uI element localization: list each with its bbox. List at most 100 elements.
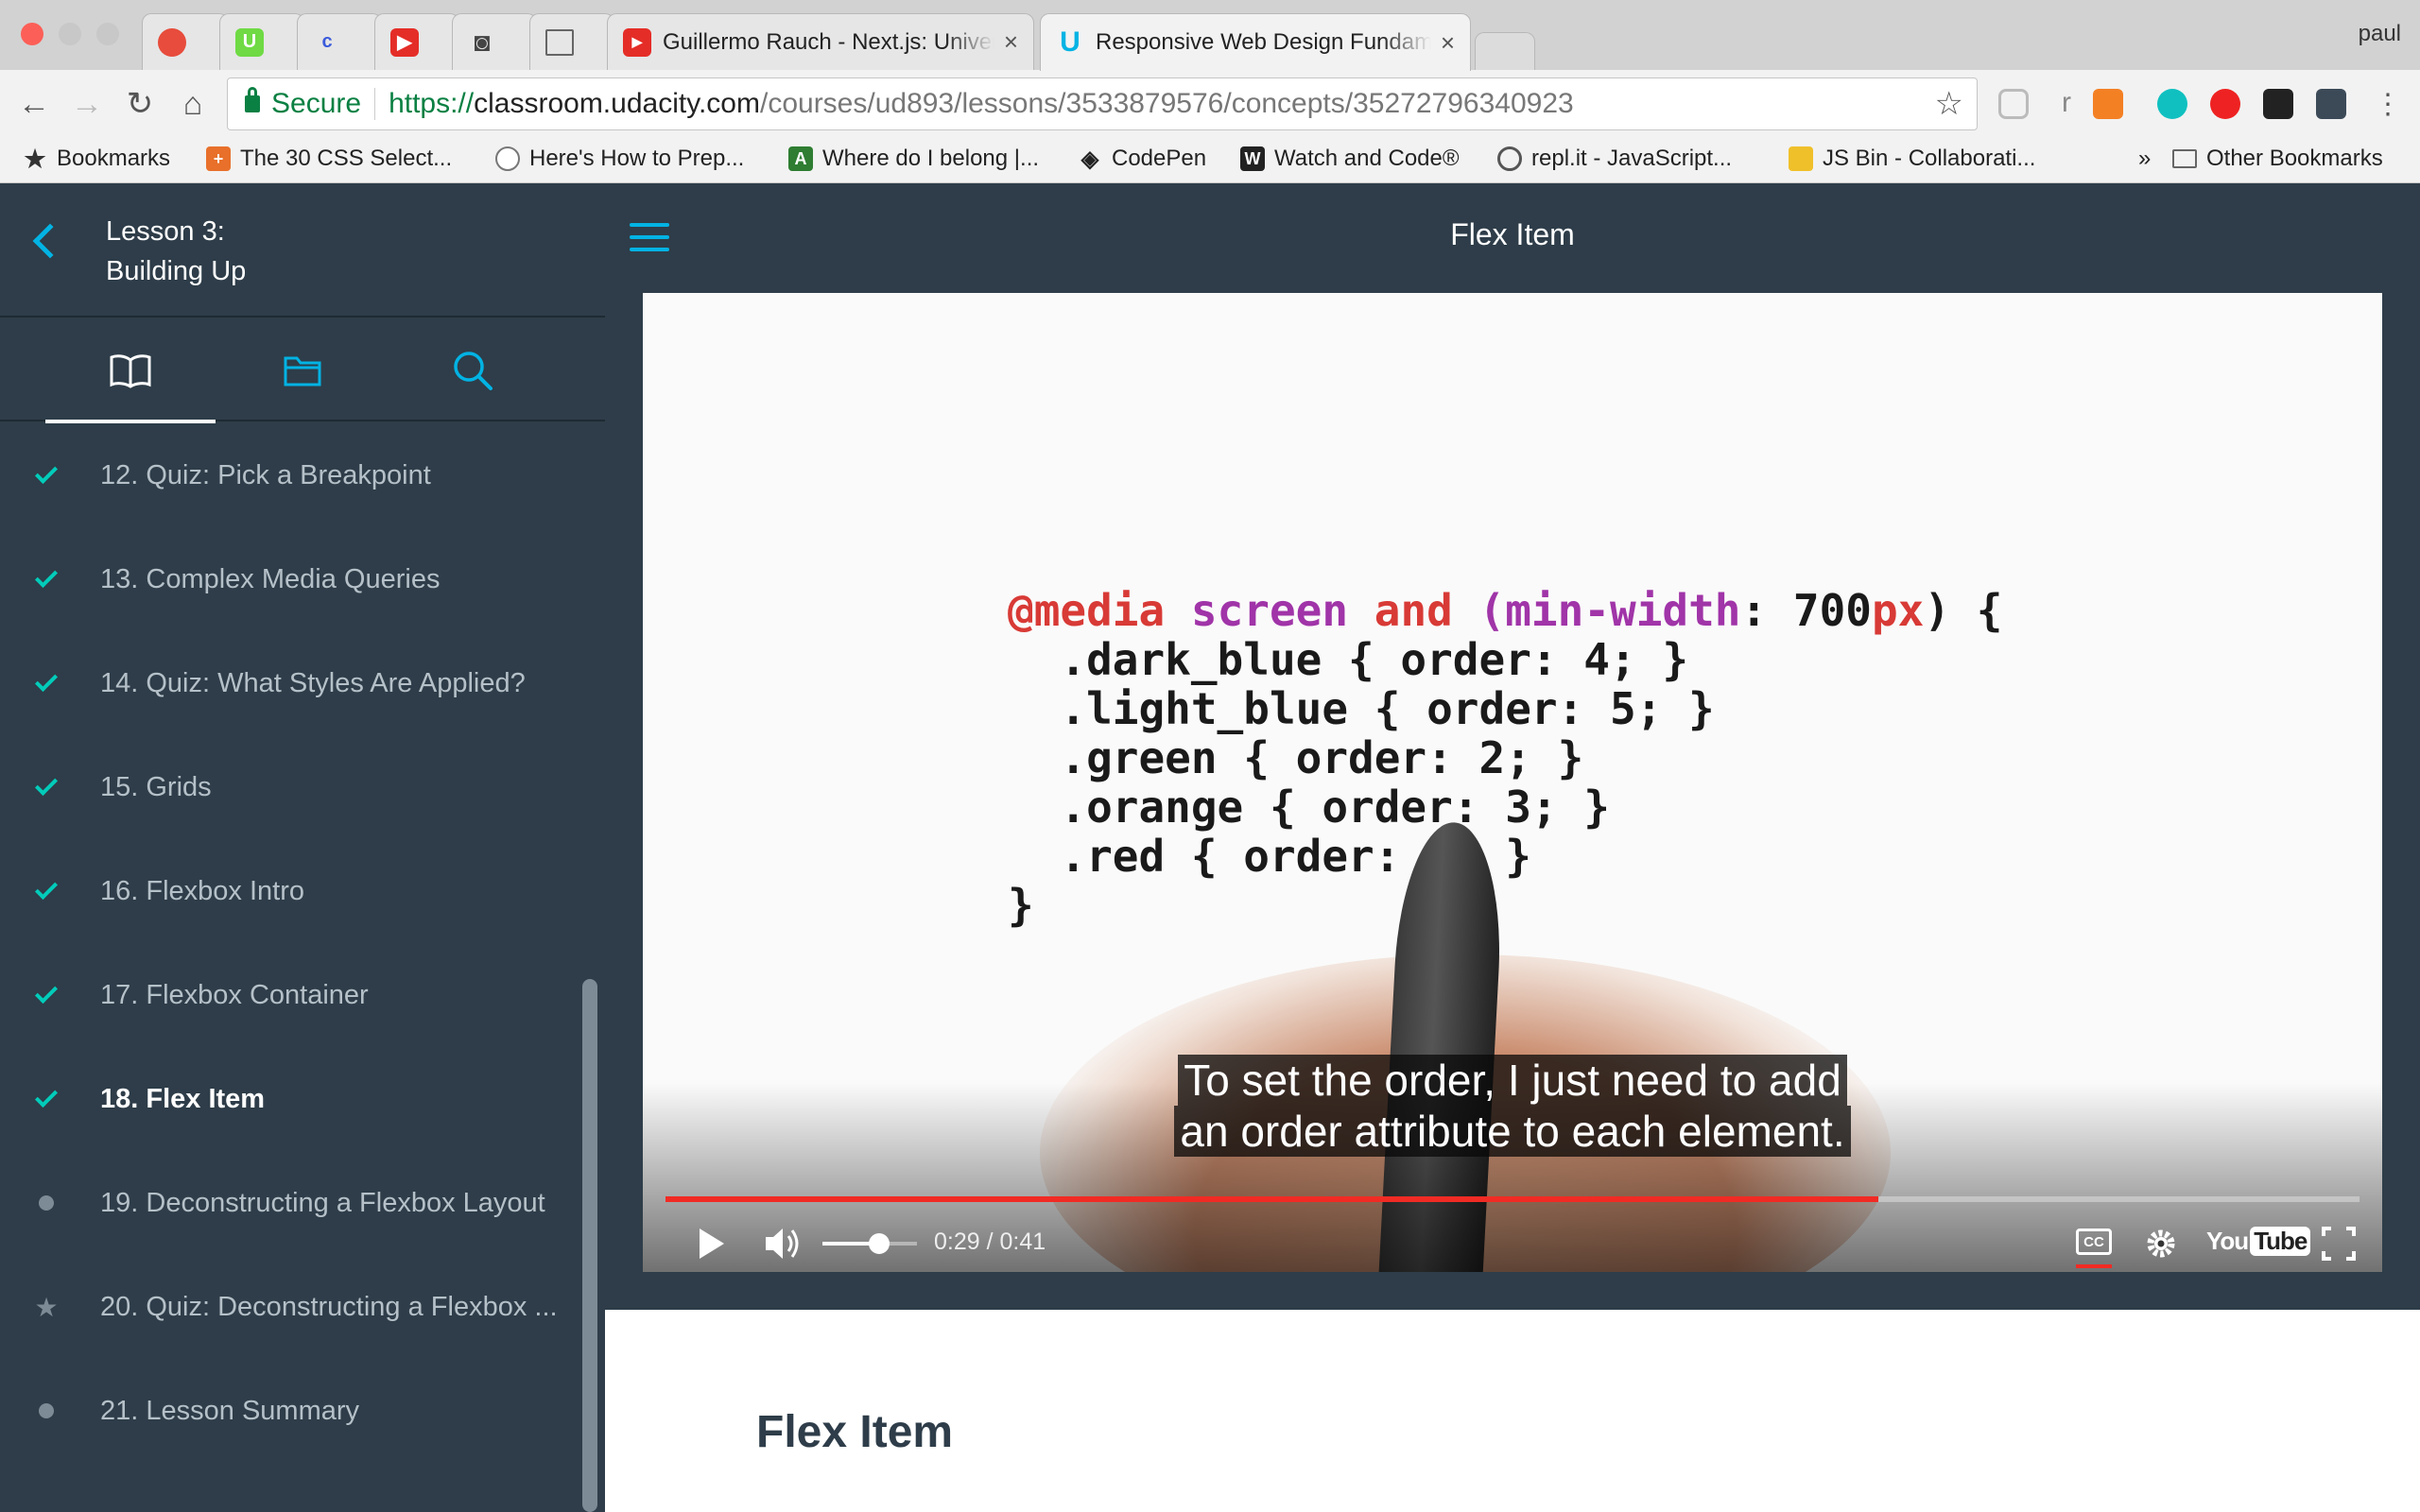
close-window-button[interactable] — [21, 23, 43, 45]
tab-3[interactable]: c — [297, 13, 382, 70]
volume-slider[interactable] — [822, 1233, 917, 1254]
volume-icon[interactable] — [762, 1217, 804, 1270]
upwork-icon: U — [235, 27, 264, 57]
video-caption: To set the order, I just need to add an … — [643, 1055, 2382, 1157]
menu-kebab-icon[interactable]: ⋮ — [2371, 87, 2405, 121]
address-bar[interactable]: Secure https://classroom.udacity.com/cou… — [227, 77, 1978, 130]
folder-icon — [284, 356, 321, 387]
tab-search[interactable] — [388, 319, 558, 421]
bookmark-bookmarks[interactable]: ★ Bookmarks — [23, 145, 170, 173]
document-icon — [545, 28, 574, 56]
progress-played — [666, 1196, 1879, 1202]
search-icon — [454, 352, 493, 390]
bookmark-star-icon[interactable]: ☆ — [1935, 85, 1963, 123]
video-player[interactable]: @media screen and (min-width: 700px) { .… — [643, 293, 2382, 1272]
lesson-title: Lesson 3: Building Up — [106, 212, 246, 291]
pokeball-icon — [158, 27, 186, 57]
reddit-icon — [495, 146, 520, 171]
concept-item[interactable]: 21. Lesson Summary — [0, 1359, 577, 1463]
extension-amazon-icon[interactable] — [2263, 89, 2293, 119]
code-token: (min-width — [1478, 585, 1741, 636]
content-heading: Flex Item — [756, 1407, 954, 1457]
extension-cube-icon[interactable] — [1998, 89, 2029, 119]
leaf-icon: A — [788, 146, 813, 171]
tab-concepts[interactable] — [45, 319, 216, 423]
bookmark-watch-and-code[interactable]: W Watch and Code® — [1240, 146, 1460, 172]
concept-item[interactable]: 16. Flexbox Intro — [0, 839, 577, 943]
home-icon[interactable]: ⌂ — [176, 86, 210, 122]
tab-resources[interactable] — [217, 319, 388, 421]
minimize-window-button[interactable] — [59, 23, 81, 45]
concept-item[interactable]: ★ 20. Quiz: Deconstructing a Flexbox ... — [0, 1255, 577, 1359]
lock-icon — [245, 87, 260, 112]
forward-icon[interactable]: → — [70, 86, 104, 122]
tab-6[interactable] — [529, 13, 614, 70]
concept-item[interactable]: 12. Quiz: Pick a Breakpoint — [0, 423, 577, 527]
fullscreen-icon[interactable] — [2318, 1217, 2360, 1270]
bookmark-reddit[interactable]: Here's How to Prep... — [495, 146, 744, 172]
codepen-icon: ◈ — [1080, 146, 1099, 172]
code-token: ) { — [1924, 585, 2003, 636]
extension-tomato-icon[interactable] — [2210, 89, 2240, 119]
tab-2[interactable]: U — [219, 13, 304, 70]
tab-4[interactable]: ▶ — [374, 13, 459, 70]
bookmark-jsbin[interactable]: JS Bin - Collaborati... — [1789, 146, 2035, 172]
bookmark-where-do-i-belong[interactable]: A Where do I belong |... — [788, 146, 1039, 172]
extension-hubspot-icon[interactable] — [2093, 89, 2123, 119]
bookmark-other-bookmarks[interactable]: Other Bookmarks — [2172, 146, 2383, 172]
maximize-window-button[interactable] — [96, 23, 119, 45]
youtube-logo-text: You — [2206, 1227, 2249, 1255]
concept-item[interactable]: 18. Flex Item — [0, 1047, 577, 1151]
bookmark-replit[interactable]: repl.it - JavaScript... — [1497, 146, 1732, 172]
caption-line: an order attribute to each element. — [1174, 1106, 1851, 1157]
close-tab-icon[interactable]: × — [1441, 28, 1455, 58]
bookmark-label: Here's How to Prep... — [529, 146, 745, 171]
checkmark-icon — [32, 772, 60, 801]
w-icon: W — [1240, 146, 1265, 171]
checkmark-icon — [32, 980, 60, 1009]
camera-icon: ◙ — [474, 26, 491, 57]
volume-knob[interactable] — [869, 1233, 890, 1254]
captions-button[interactable]: CC — [2076, 1228, 2112, 1255]
extension-udacity-icon[interactable] — [2316, 89, 2346, 119]
bookmarks-bar: ★ Bookmarks + The 30 CSS Select... Here's … — [0, 138, 2420, 183]
bookmark-css-selectors[interactable]: + The 30 CSS Select... — [206, 146, 452, 172]
close-tab-icon[interactable]: × — [1004, 27, 1018, 57]
tab-5[interactable]: ◙ — [452, 13, 537, 70]
concept-item[interactable]: 17. Flexbox Container — [0, 943, 577, 1047]
folder-icon — [2172, 149, 2197, 168]
concept-item[interactable]: 13. Complex Media Queries — [0, 527, 577, 631]
url-host: classroom.udacity.com — [474, 88, 760, 119]
tab-youtube-next-js[interactable]: ▶ Guillermo Rauch - Next.js: Universal × — [607, 13, 1034, 70]
browser-toolbar: ← → ↻ ⌂ Secure https://classroom.udacity… — [0, 70, 2420, 138]
settings-gear-icon[interactable] — [2140, 1217, 2182, 1270]
youtube-logo[interactable]: You Tube — [2206, 1227, 2311, 1256]
extension-r-icon[interactable]: r — [2051, 89, 2082, 119]
concept-header: Flex Item — [605, 183, 2420, 293]
back-chevron-icon[interactable] — [32, 223, 68, 259]
concept-label: 12. Quiz: Pick a Breakpoint — [100, 459, 431, 490]
new-tab-button[interactable] — [1475, 32, 1535, 70]
tab-strip: U c ▶ ◙ ▶ Guillermo Rauch - Next.js: Uni… — [0, 0, 2420, 71]
video-progress-bar[interactable] — [666, 1196, 2360, 1202]
tab-udacity[interactable]: U Responsive Web Design Fundamentals × — [1040, 13, 1471, 71]
bookmark-codepen[interactable]: ◈ CodePen — [1078, 146, 1206, 172]
back-icon[interactable]: ← — [17, 86, 51, 122]
extension-m-icon[interactable] — [2157, 89, 2187, 119]
concept-content: Flex Item — [605, 1310, 2420, 1512]
tab-1[interactable] — [142, 13, 229, 70]
concept-item[interactable]: 14. Quiz: What Styles Are Applied? — [0, 631, 577, 735]
profile-name[interactable]: paul — [2359, 21, 2401, 47]
reload-icon[interactable]: ↻ — [123, 86, 157, 122]
concept-item[interactable]: 15. Grids — [0, 735, 577, 839]
sidebar-scrollbar[interactable] — [582, 979, 597, 1512]
bookmark-label: The 30 CSS Select... — [240, 146, 453, 171]
video-code-frame: @media screen and (min-width: 700px) { .… — [1008, 586, 2002, 930]
bookmarks-overflow-button[interactable]: » — [2138, 146, 2151, 172]
concept-label: 15. Grids — [100, 771, 212, 802]
code-token: px — [1871, 585, 1925, 636]
concept-label: 17. Flexbox Container — [100, 979, 369, 1010]
concept-item[interactable]: 19. Deconstructing a Flexbox Layout — [0, 1151, 577, 1255]
tab-title: Guillermo Rauch - Next.js: Universal — [663, 28, 994, 55]
play-icon[interactable] — [692, 1217, 730, 1270]
